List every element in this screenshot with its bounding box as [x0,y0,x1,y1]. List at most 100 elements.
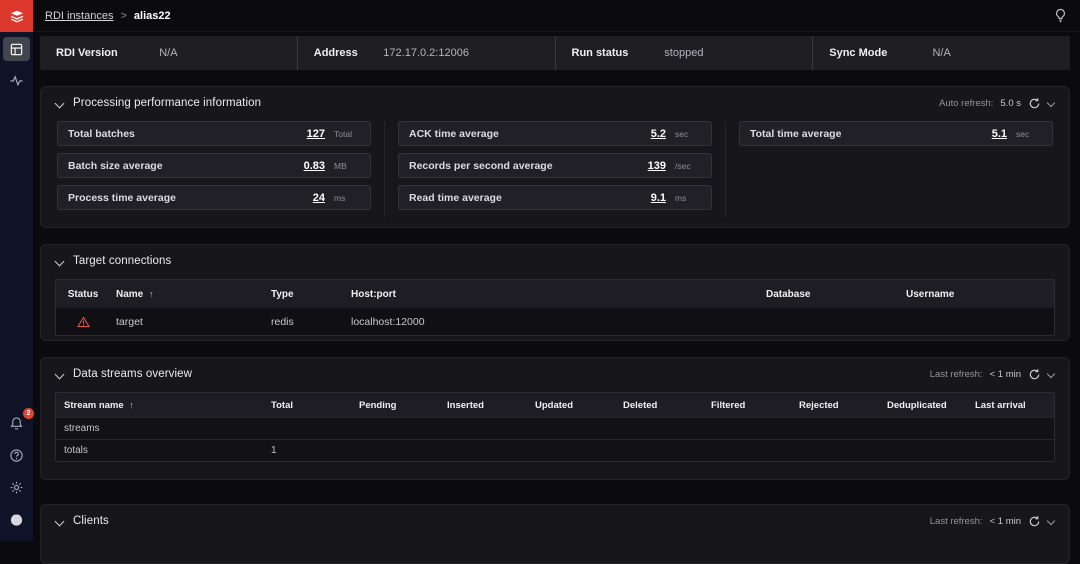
metric-label: Process time average [68,192,176,204]
auto-refresh-value: 5.0 s [1000,98,1021,109]
settings-button[interactable] [3,475,30,499]
metric-total-batches: Total batches 127 Total [57,121,371,146]
stat-label: Sync Mode [829,47,887,59]
column-header-type: Type [265,289,345,300]
top-bar: RDI instances > alias22 [33,0,1080,32]
column-header-deduplicated: Deduplicated [879,400,967,411]
type-cell: redis [265,316,345,328]
metric-value-link[interactable]: 5.2 [651,128,666,140]
github-button[interactable] [3,507,30,531]
metrics-column-1: Total batches 127 Total Batch size avera… [57,121,371,217]
column-header-deleted: Deleted [615,400,703,411]
refresh-icon[interactable] [1028,515,1041,528]
refresh-icon[interactable] [1028,368,1041,381]
pipeline-icon [9,42,24,57]
sort-asc-icon: ↑ [129,400,134,410]
metrics-column-2: ACK time average 5.2 sec Records per sec… [384,121,712,217]
column-header-name[interactable]: Name ↑ [110,289,265,300]
help-button[interactable] [3,443,30,467]
metric-unit: /sec [675,161,703,171]
status-cell [56,316,110,328]
lightbulb-icon [1053,8,1068,23]
last-refresh-label: Last refresh: [930,369,983,380]
metric-batch-size-average: Batch size average 0.83 MB [57,153,371,178]
metric-value-link[interactable]: 9.1 [651,192,666,204]
metric-unit: Total [334,129,362,139]
breadcrumb-current: alias22 [134,10,171,22]
warning-triangle-icon[interactable] [77,316,90,328]
sidebar-bottom-group: 2 [3,407,30,541]
collapse-chevron-icon[interactable] [55,517,64,526]
panel-title: Target connections [73,255,171,267]
breadcrumb-rdi-instances[interactable]: RDI instances [45,10,113,22]
name-cell: target [110,316,265,328]
table-row[interactable]: streams [56,417,1054,439]
redis-logo-icon [9,8,25,24]
redis-logo[interactable] [0,0,33,32]
collapse-chevron-icon[interactable] [55,370,64,379]
stat-label: RDI Version [56,47,118,59]
last-refresh-value: < 1 min [990,369,1021,380]
metrics-column-3: Total time average 5.1 sec [725,121,1053,217]
metric-label: Batch size average [68,160,163,172]
column-header-username: Username [900,289,1054,300]
panel-header: Processing performance information Auto … [41,87,1069,119]
column-header-status: Status [56,289,110,300]
refresh-settings-chevron-icon[interactable] [1048,371,1055,378]
hostport-cell: localhost:12000 [345,316,760,328]
metric-unit: ms [675,193,703,203]
metric-label: Total batches [68,128,135,140]
stream-name-cell: totals [56,445,263,456]
column-header-inserted: Inserted [439,400,527,411]
sort-asc-icon: ↑ [149,289,154,299]
collapse-chevron-icon[interactable] [55,99,64,108]
collapse-chevron-icon[interactable] [55,257,64,266]
panel-header: Data streams overview Last refresh: < 1 … [41,358,1069,390]
last-refresh-label: Last refresh: [930,516,983,527]
column-header-filtered: Filtered [703,400,791,411]
table-row[interactable]: target redis localhost:12000 [56,308,1054,335]
auto-refresh-label: Auto refresh: [939,98,993,109]
stream-name-cell: streams [56,423,263,434]
column-header-database: Database [760,289,900,300]
refresh-icon[interactable] [1028,97,1041,110]
metric-label: Read time average [409,192,502,204]
stat-address: Address 172.17.0.2:12006 [297,36,555,70]
panel-header: Clients Last refresh: < 1 min [41,505,1069,537]
metric-total-time-average: Total time average 5.1 sec [739,121,1053,146]
column-header-total: Total [263,400,351,411]
insights-button[interactable] [1053,8,1068,23]
metric-process-time-average: Process time average 24 ms [57,185,371,210]
metric-value-link[interactable]: 24 [313,192,325,204]
last-refresh-value: < 1 min [990,516,1021,527]
target-connections-table: Status Name ↑ Type Host:port Database Us… [55,279,1055,336]
instance-summary-bar: RDI Version N/A Address 172.17.0.2:12006… [40,36,1070,70]
table-row[interactable]: totals 1 [56,439,1054,461]
help-icon [9,448,24,463]
total-cell: 1 [263,445,351,456]
metric-label: Records per second average [409,160,553,172]
breadcrumb-separator: > [120,10,126,22]
bell-icon [9,416,24,431]
metric-value-link[interactable]: 5.1 [992,128,1007,140]
stat-rdi-version: RDI Version N/A [40,36,297,70]
panel-clients: Clients Last refresh: < 1 min [40,504,1070,564]
metric-read-time-average: Read time average 9.1 ms [398,185,712,210]
refresh-settings-chevron-icon[interactable] [1048,100,1055,107]
refresh-settings-chevron-icon[interactable] [1048,518,1055,525]
metric-label: ACK time average [409,128,499,140]
metric-value-link[interactable]: 127 [307,128,325,140]
sidebar-item-pipeline-status[interactable] [3,68,30,92]
column-header-last-arrival: Last arrival [967,400,1054,411]
panel-title: Data streams overview [73,368,192,380]
metric-value-link[interactable]: 139 [648,160,666,172]
stat-label: Run status [572,47,629,59]
column-header-stream-name[interactable]: Stream name ↑ [56,400,263,411]
metric-unit: MB [334,161,362,171]
notifications-button[interactable]: 2 [3,411,30,435]
sidebar-item-pipeline-management[interactable] [3,37,30,61]
metric-records-per-second-average: Records per second average 139 /sec [398,153,712,178]
metric-value-link[interactable]: 0.83 [304,160,325,172]
pipeline-status-icon [9,73,24,88]
stat-sync-mode: Sync Mode N/A [812,36,1070,70]
